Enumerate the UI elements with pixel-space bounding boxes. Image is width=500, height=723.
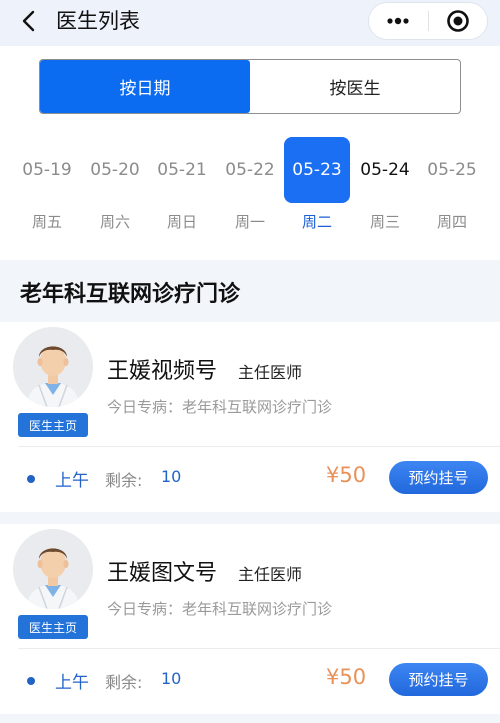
date-label: 05-24 xyxy=(360,160,410,180)
weekday-label: 周日 xyxy=(166,213,197,231)
card-divider xyxy=(18,648,500,649)
close-program-button[interactable] xyxy=(429,3,488,39)
doctor-specialty: 今日专病：老年科互联网诊疗门诊 xyxy=(107,398,333,416)
card-divider xyxy=(18,446,500,447)
book-appointment-button[interactable]: 预约挂号 xyxy=(389,663,488,696)
doctor-card[interactable]: 医生主页 王媛图文号 主任医师 今日专病：老年科互联网诊疗门诊 上午 剩余: 1… xyxy=(0,524,500,714)
doctor-avatar-icon xyxy=(13,529,93,609)
date-item[interactable]: 05-19 周五 xyxy=(14,137,80,247)
doctor-rank: 主任医师 xyxy=(238,363,303,382)
weekday-label: 周六 xyxy=(99,213,130,231)
date-item[interactable]: 05-21 周日 xyxy=(149,137,215,247)
price: ¥50 xyxy=(326,665,367,689)
date-item[interactable]: 05-24 周三 xyxy=(352,137,418,247)
remaining-count: 10 xyxy=(161,467,182,486)
slot-period: 上午 xyxy=(55,471,89,491)
date-label: 05-21 xyxy=(157,160,207,180)
weekday-label: 周四 xyxy=(436,213,467,231)
weekday-label: 周五 xyxy=(31,213,62,231)
slot-period: 上午 xyxy=(55,673,89,693)
weekday-label: 周一 xyxy=(234,213,265,231)
date-label: 05-23 xyxy=(284,137,350,203)
slot-dot-icon xyxy=(27,475,35,483)
more-button[interactable] xyxy=(369,3,428,39)
date-item[interactable]: 05-22 周一 xyxy=(217,137,283,247)
price: ¥50 xyxy=(326,463,367,487)
doctor-home-button[interactable]: 医生主页 xyxy=(18,413,88,437)
section-title: 老年科互联网诊疗门诊 xyxy=(20,282,241,307)
remaining-label: 剩余: xyxy=(105,471,143,490)
doctor-name: 王媛视频号 xyxy=(107,359,218,384)
weekday-label: 周三 xyxy=(369,213,400,231)
back-arrow-icon xyxy=(22,10,35,32)
date-label: 05-22 xyxy=(225,160,275,180)
slot-dot-icon xyxy=(27,677,35,685)
date-item[interactable]: 05-25 周四 xyxy=(419,137,485,247)
date-item[interactable]: 05-20 周六 xyxy=(82,137,148,247)
avatar[interactable] xyxy=(13,529,93,609)
date-label: 05-25 xyxy=(427,160,477,180)
doctor-name: 王媛图文号 xyxy=(107,561,218,586)
doctor-specialty: 今日专病：老年科互联网诊疗门诊 xyxy=(107,600,333,618)
target-icon xyxy=(446,10,469,32)
mode-toggle: 按日期 按医生 xyxy=(39,59,461,114)
date-label: 05-20 xyxy=(90,160,140,180)
tab-by-doctor[interactable]: 按医生 xyxy=(250,60,460,113)
doctor-home-button[interactable]: 医生主页 xyxy=(18,615,88,639)
book-appointment-button[interactable]: 预约挂号 xyxy=(389,461,488,494)
doctor-card[interactable]: 医生主页 王媛视频号 主任医师 今日专病：老年科互联网诊疗门诊 上午 剩余: 1… xyxy=(0,322,500,512)
date-item-selected[interactable]: 05-23 周二 xyxy=(284,137,350,247)
more-dots-icon xyxy=(387,17,409,25)
weekday-label: 周二 xyxy=(301,213,332,231)
avatar[interactable] xyxy=(13,327,93,407)
remaining-count: 10 xyxy=(161,669,182,688)
doctor-avatar-icon xyxy=(13,327,93,407)
tab-by-date[interactable]: 按日期 xyxy=(40,60,250,113)
page-title: 医生列表 xyxy=(56,9,140,33)
remaining-label: 剩余: xyxy=(105,673,143,692)
date-label: 05-19 xyxy=(22,160,72,180)
date-strip: 05-19 周五 05-20 周六 05-21 周日 05-22 周一 05-2… xyxy=(0,124,500,260)
nav-header: 医生列表 xyxy=(0,0,500,46)
mode-panel: 按日期 按医生 xyxy=(0,46,500,124)
mini-program-capsule xyxy=(368,2,488,40)
doctor-rank: 主任医师 xyxy=(238,565,303,584)
back-button[interactable] xyxy=(14,6,44,36)
